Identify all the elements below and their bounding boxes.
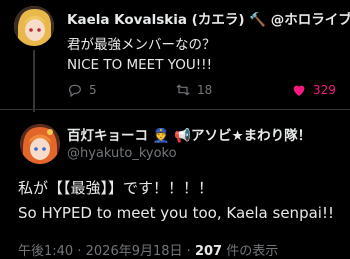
author-handle[interactable]: @hyakuto_kyoko — [67, 146, 177, 161]
thread-line — [33, 50, 35, 112]
tweet-text-line: 君が最強メンバーなの？ — [67, 37, 216, 53]
views-label: 件の表示 — [226, 244, 279, 259]
reply-icon — [69, 84, 81, 98]
tweet-text-line: So HYPED to meet you too, Kaela senpai!! — [18, 204, 334, 222]
tweet-time[interactable]: 午後1:40 — [18, 244, 73, 259]
avatar[interactable] — [20, 124, 60, 164]
retweet-icon — [176, 84, 190, 96]
tweet-actions: 5 18 329 — [67, 82, 350, 102]
author-name[interactable]: 百灯キョーコ 👮 📢アソビ★まわり隊！ — [67, 124, 311, 144]
views-count: 207 — [194, 244, 223, 259]
avatar[interactable] — [14, 6, 54, 46]
heart-icon — [293, 85, 305, 96]
meta-separator: · — [186, 244, 191, 259]
reply-button[interactable]: 5 — [67, 82, 97, 98]
author-name[interactable]: Kaela Kovalskia (カエラ) 🔨 @ホロライブ — [67, 8, 350, 28]
retweet-button[interactable]: 18 — [175, 82, 212, 98]
tweet-text: 君が最強メンバーなの？ NICE TO MEET YOU!!! — [67, 35, 216, 75]
divider — [0, 109, 350, 110]
reply-count: 5 — [89, 83, 97, 97]
tweet-meta: 午後1:40 · 2026年9月18日 · 207 件の表示 — [18, 240, 278, 259]
like-button[interactable]: 329 — [291, 82, 336, 98]
tweet-text-line: 私が【【最強】】です！！！！ — [18, 179, 214, 197]
retweet-count: 18 — [197, 83, 213, 97]
meta-separator: · — [77, 244, 82, 259]
tweet-text-line: NICE TO MEET YOU!!! — [67, 57, 212, 73]
tweet-text: 私が【【最強】】です！！！！ So HYPED to meet you too,… — [18, 176, 334, 226]
like-count: 329 — [313, 83, 336, 97]
tweet-date[interactable]: 2026年9月18日 — [86, 244, 183, 259]
